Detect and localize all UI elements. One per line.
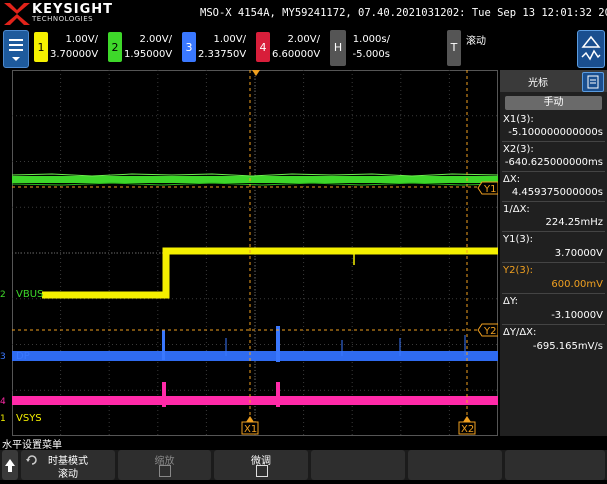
channel-3-offset: 2.33750V	[198, 49, 247, 60]
channel-1-number[interactable]: 1	[34, 32, 48, 62]
channel-2-trace	[12, 173, 498, 186]
x1-label: X1(3):	[503, 114, 534, 125]
delta-x-label: ΔX:	[503, 174, 521, 185]
delta-y-over-delta-x-label: ΔY/ΔX:	[503, 327, 537, 338]
y2-value: 600.00mV	[551, 279, 603, 290]
timebase-scale: 1.000s/	[352, 34, 390, 45]
trigger-label: T	[450, 40, 458, 54]
timebase-mode-value: 滚动	[58, 469, 78, 480]
channel-2-scale: 2.00V/	[139, 34, 172, 45]
channel-4-ground-marker[interactable]: 4	[0, 397, 6, 407]
channel-2-number[interactable]: 2	[108, 32, 122, 62]
divider	[502, 171, 605, 172]
inverse-delta-x-label: 1/ΔX:	[503, 204, 530, 215]
channel-3-ground-marker[interactable]: 3	[0, 352, 6, 362]
dm-label: DM	[16, 396, 33, 407]
panel-icon	[587, 75, 599, 89]
cursor-y2-tag[interactable]: Y2	[477, 323, 498, 337]
channel-3-number[interactable]: 3	[182, 32, 196, 62]
y1-label: Y1(3):	[503, 234, 534, 245]
horizontal-label: H	[333, 40, 343, 54]
cursor-mode-button[interactable]: 手动	[505, 96, 602, 110]
zoom-checkbox[interactable]	[159, 465, 171, 477]
channel-1-scale: 1.00V/	[65, 34, 98, 45]
channel-4-scale: 2.00V/	[287, 34, 320, 45]
channel-2-offset: 1.95000V	[124, 49, 173, 60]
svg-text:Y1: Y1	[483, 184, 496, 195]
divider	[502, 324, 605, 325]
cursor-y1-tag[interactable]: Y1	[477, 181, 498, 195]
inverse-delta-x-value: 224.25mHz	[545, 217, 604, 228]
vsys-label: VSYS	[16, 413, 42, 424]
channel-4-number[interactable]: 4	[256, 32, 270, 62]
divider	[502, 293, 605, 294]
channel-4-offset: 6.60000V	[272, 49, 321, 60]
svg-text:X1: X1	[244, 424, 257, 435]
scope-info: MSO-X 4154A, MY59241172, 07.40.202103120…	[200, 7, 607, 19]
empty-softkey-6[interactable]	[505, 450, 605, 480]
divider	[502, 262, 605, 263]
x2-value: -640.625000000ms	[504, 157, 603, 168]
y1-value: 3.70000V	[554, 248, 603, 259]
cursor-x2-tag[interactable]: X2	[458, 416, 476, 435]
fine-softkey[interactable]: 微调	[214, 450, 308, 480]
delta-y-value: -3.10000V	[551, 310, 603, 321]
cursor-x1-tag[interactable]: X1	[241, 416, 259, 435]
channel-1-ground-marker[interactable]: 1	[0, 414, 6, 424]
x1-value: -5.100000000000s	[508, 127, 603, 138]
delta-y-over-delta-x-value: -695.165mV/s	[532, 341, 603, 352]
auto-scale-icon	[581, 35, 601, 61]
fine-checkbox[interactable]	[256, 465, 268, 477]
channel-2-ground-marker[interactable]: 2	[0, 290, 6, 300]
channel-3-scale: 1.00V/	[213, 34, 246, 45]
x2-label: X2(3):	[503, 144, 534, 155]
menu-icon	[9, 39, 23, 61]
dp-label: DP	[16, 351, 30, 362]
horizontal-menu-title: 水平设置菜单	[0, 436, 607, 451]
main-menu-button[interactable]	[3, 30, 29, 68]
y2-label: Y2(3):	[503, 265, 534, 276]
auto-scale-button[interactable]	[577, 30, 605, 68]
panel-toggle-button[interactable]	[582, 72, 604, 92]
delta-x-value: 4.459375000000s	[511, 187, 603, 198]
divider	[502, 201, 605, 202]
waveform-display[interactable]: Y1 Y2 X1 X2	[12, 70, 498, 436]
trigger-mode: 滚动	[466, 36, 486, 47]
divider	[502, 231, 605, 232]
zoom-softkey[interactable]: 缩放	[118, 450, 211, 480]
menu-back-button[interactable]	[2, 450, 18, 480]
svg-text:Y2: Y2	[483, 326, 496, 337]
vbus-label: VBUS	[16, 289, 44, 300]
channel-1-trace	[42, 247, 498, 299]
delta-y-label: ΔY:	[503, 296, 518, 307]
keysight-logo	[4, 3, 30, 25]
svg-text:X2: X2	[461, 424, 474, 435]
channel-1-offset: 3.70000V	[50, 49, 99, 60]
empty-softkey-5[interactable]	[408, 450, 502, 480]
divider	[502, 141, 605, 142]
cursor-panel-title: 光标	[528, 78, 548, 89]
up-arrow-icon	[5, 459, 15, 472]
brand-subtitle: TECHNOLOGIES	[32, 15, 94, 23]
timebase-delay: -5.000s	[352, 49, 390, 60]
trigger-position-marker	[252, 70, 260, 76]
timebase-mode-softkey[interactable]: 时基模式 滚动	[21, 450, 115, 480]
empty-softkey-4[interactable]	[311, 450, 405, 480]
